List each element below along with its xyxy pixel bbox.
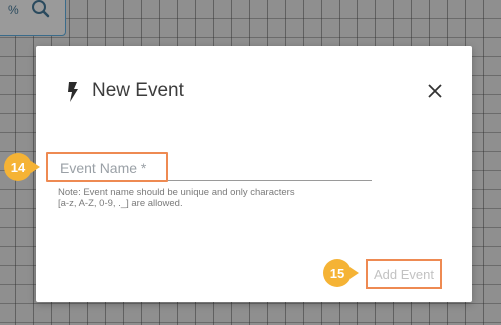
event-name-field [46, 152, 372, 184]
event-name-highlight [46, 152, 168, 182]
step-badge-14-pointer [31, 161, 40, 173]
dialog-title: New Event [92, 80, 184, 101]
dialog-header: New Event [36, 46, 472, 130]
step-badge-15-pointer [350, 267, 359, 279]
add-event-button[interactable]: Add Event [366, 259, 442, 289]
zoom-icon[interactable] [30, 0, 52, 20]
zoom-toolbar: % [0, 0, 66, 36]
new-event-dialog: New Event Note: Event name should be uni… [36, 46, 472, 302]
zoom-percent-label: % [8, 3, 19, 17]
close-icon [428, 84, 442, 98]
event-name-note: Note: Event name should be unique and on… [58, 187, 295, 209]
close-button[interactable] [422, 78, 448, 104]
step-badge-15: 15 [323, 259, 351, 287]
step-badge-14: 14 [4, 153, 32, 181]
bolt-icon [66, 82, 80, 102]
